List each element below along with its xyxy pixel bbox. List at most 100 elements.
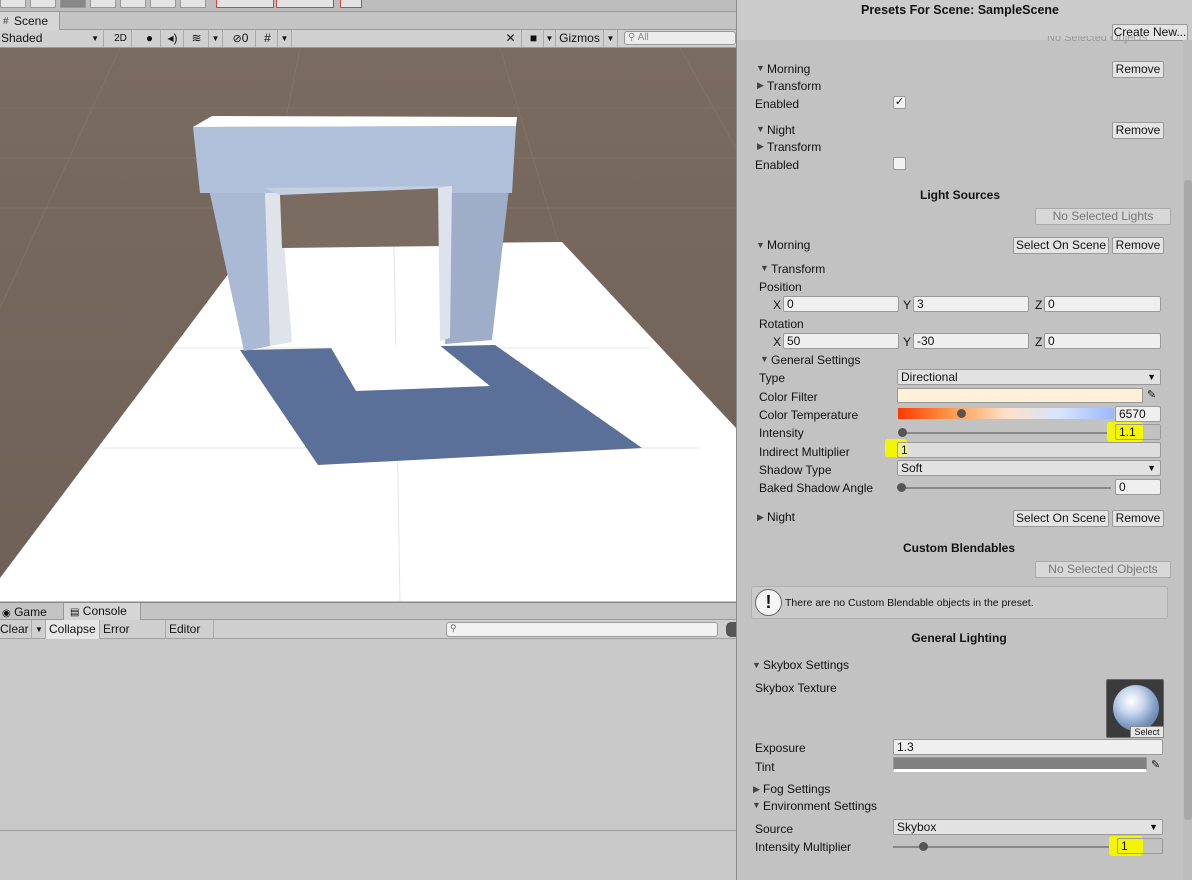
intensity-multiplier-field[interactable]: 1 [1117, 838, 1163, 854]
intensity-multiplier-slider-knob[interactable] [919, 842, 928, 851]
hidden-objects-toggle[interactable]: ⊘0 [226, 30, 256, 47]
audio-toggle-icon[interactable]: ◂) [162, 30, 184, 47]
light-morning-label[interactable]: Morning [767, 238, 810, 252]
effects-toggle-icon[interactable]: ≋ [185, 30, 209, 47]
foldout-triangle-icon[interactable]: ▼ [752, 660, 761, 670]
effects-dropdown-icon[interactable]: ▼ [209, 30, 223, 47]
position-z-label: Z [1035, 298, 1043, 312]
scene-viewport[interactable] [0, 48, 736, 601]
local-button[interactable] [276, 0, 334, 8]
camera-icon[interactable]: ■ [524, 30, 544, 47]
environment-settings-foldout[interactable]: Environment Settings [763, 799, 877, 813]
foldout-triangle-icon[interactable]: ▶ [757, 141, 764, 152]
foldout-triangle-icon[interactable]: ▶ [757, 80, 764, 91]
grid-dropdown-icon[interactable]: ▼ [278, 30, 292, 47]
camera-dropdown-icon[interactable]: ▼ [544, 30, 556, 47]
console-search-input[interactable]: ⚲ [446, 622, 718, 637]
foldout-triangle-icon[interactable]: ▶ [753, 784, 760, 795]
error-pause-toggle[interactable]: Error Pause [100, 620, 166, 655]
gizmos-dropdown-icon[interactable]: ▼ [604, 30, 618, 47]
2d-toggle[interactable]: 2D [110, 30, 132, 47]
eyedropper-icon[interactable]: ✎ [1151, 758, 1160, 771]
move-tool-button[interactable] [30, 0, 56, 8]
night-transform-foldout[interactable]: Transform [767, 140, 821, 154]
skybox-texture-picker[interactable]: Select [1106, 679, 1164, 738]
position-x-field[interactable]: 0 [783, 296, 899, 312]
gizmos-button[interactable]: Gizmos [556, 30, 604, 47]
foldout-triangle-icon[interactable]: ▼ [756, 63, 765, 73]
general-settings-foldout[interactable]: General Settings [771, 353, 860, 367]
clear-button[interactable]: Clear [0, 620, 32, 639]
shading-mode-dropdown[interactable]: Shaded ▼ [0, 30, 104, 47]
rotation-z-field[interactable]: 0 [1044, 333, 1161, 349]
console-log-area[interactable] [0, 639, 736, 880]
night-enabled-checkbox[interactable] [893, 157, 906, 170]
morning-light-remove-button[interactable]: Remove [1112, 237, 1164, 254]
indirect-multiplier-field[interactable]: 1 [897, 442, 1161, 458]
skybox-select-button[interactable]: Select [1130, 726, 1164, 738]
night-light-remove-button[interactable]: Remove [1112, 510, 1164, 527]
morning-select-on-scene-button[interactable]: Select On Scene [1013, 237, 1109, 254]
foldout-triangle-icon[interactable]: ▶ [757, 512, 764, 523]
position-y-field[interactable]: 3 [913, 296, 1029, 312]
foldout-triangle-icon[interactable]: ▼ [756, 124, 765, 134]
skybox-settings-foldout[interactable]: Skybox Settings [763, 658, 849, 672]
night-select-on-scene-button[interactable]: Select On Scene [1013, 510, 1109, 527]
inspector-scrollbar-thumb[interactable] [1184, 180, 1192, 820]
color-temperature-gradient-slider[interactable] [898, 408, 1114, 419]
night-enabled-label: Enabled [755, 158, 800, 172]
baked-shadow-angle-field[interactable]: 0 [1115, 479, 1161, 495]
environment-source-dropdown[interactable]: Skybox ▼ [893, 819, 1163, 835]
hand-tool-button[interactable] [0, 0, 26, 8]
fog-settings-foldout[interactable]: Fog Settings [763, 782, 830, 796]
object-preset-morning-label[interactable]: Morning [767, 62, 810, 76]
position-z-field[interactable]: 0 [1044, 296, 1161, 312]
light-night-label[interactable]: Night [767, 510, 795, 524]
scene-search-input[interactable]: ⚲ All [624, 31, 736, 45]
no-selected-objects-button[interactable]: No Selected Objects [1035, 561, 1171, 578]
foldout-triangle-icon[interactable]: ▼ [752, 800, 761, 810]
intensity-field[interactable]: 1.1 [1115, 424, 1161, 440]
foldout-triangle-icon[interactable]: ▼ [760, 263, 769, 273]
tools-icon[interactable]: ✕ [500, 30, 522, 47]
color-temperature-field[interactable]: 6570 [1115, 406, 1161, 422]
exposure-field[interactable]: 1.3 [893, 739, 1163, 755]
light-transform-foldout[interactable]: Transform [771, 262, 825, 276]
baked-shadow-angle-label: Baked Shadow Angle [759, 481, 874, 495]
intensity-slider-track[interactable] [901, 432, 1111, 434]
shadow-type-dropdown[interactable]: Soft ▼ [897, 460, 1161, 476]
snap-button[interactable] [340, 0, 362, 8]
clear-options-dropdown-icon[interactable]: ▼ [32, 620, 46, 639]
lighting-toggle-icon[interactable]: ● [139, 30, 161, 47]
rotation-x-field[interactable]: 50 [783, 333, 899, 349]
scale-tool-button[interactable] [90, 0, 116, 8]
tint-label: Tint [755, 760, 775, 774]
pivot-button[interactable] [216, 0, 274, 8]
intensity-multiplier-label: Intensity Multiplier [755, 840, 852, 854]
remove-morning-object-button[interactable]: Remove [1112, 61, 1164, 78]
object-preset-night-label[interactable]: Night [767, 123, 795, 137]
color-temperature-slider-knob[interactable] [957, 409, 966, 418]
light-type-dropdown[interactable]: Directional ▼ [897, 369, 1161, 385]
tint-color-swatch[interactable] [893, 757, 1147, 772]
rect-tool-button[interactable] [120, 0, 146, 8]
editor-dropdown[interactable]: Editor ▼ [166, 620, 214, 655]
morning-enabled-checkbox[interactable]: ✓ [893, 96, 906, 109]
collapse-toggle[interactable]: Collapse [46, 620, 100, 639]
intensity-slider-knob[interactable] [898, 428, 907, 437]
transform-tool-button[interactable] [150, 0, 176, 8]
baked-shadow-angle-slider-knob[interactable] [897, 483, 906, 492]
eyedropper-icon[interactable]: ✎ [1147, 388, 1156, 401]
grid-toggle-icon[interactable]: # [258, 30, 278, 47]
color-filter-swatch[interactable] [897, 388, 1143, 403]
remove-night-object-button[interactable]: Remove [1112, 122, 1164, 139]
rotate-tool-button[interactable] [60, 0, 86, 8]
foldout-triangle-icon[interactable]: ▼ [756, 240, 765, 250]
foldout-triangle-icon[interactable]: ▼ [760, 354, 769, 364]
tab-scene[interactable]: # Scene [0, 12, 60, 31]
no-selected-lights-button[interactable]: No Selected Lights [1035, 208, 1171, 225]
baked-shadow-angle-slider-track[interactable] [901, 487, 1111, 489]
rotation-y-field[interactable]: -30 [913, 333, 1029, 349]
custom-tool-button[interactable] [180, 0, 206, 8]
morning-transform-foldout[interactable]: Transform [767, 79, 821, 93]
